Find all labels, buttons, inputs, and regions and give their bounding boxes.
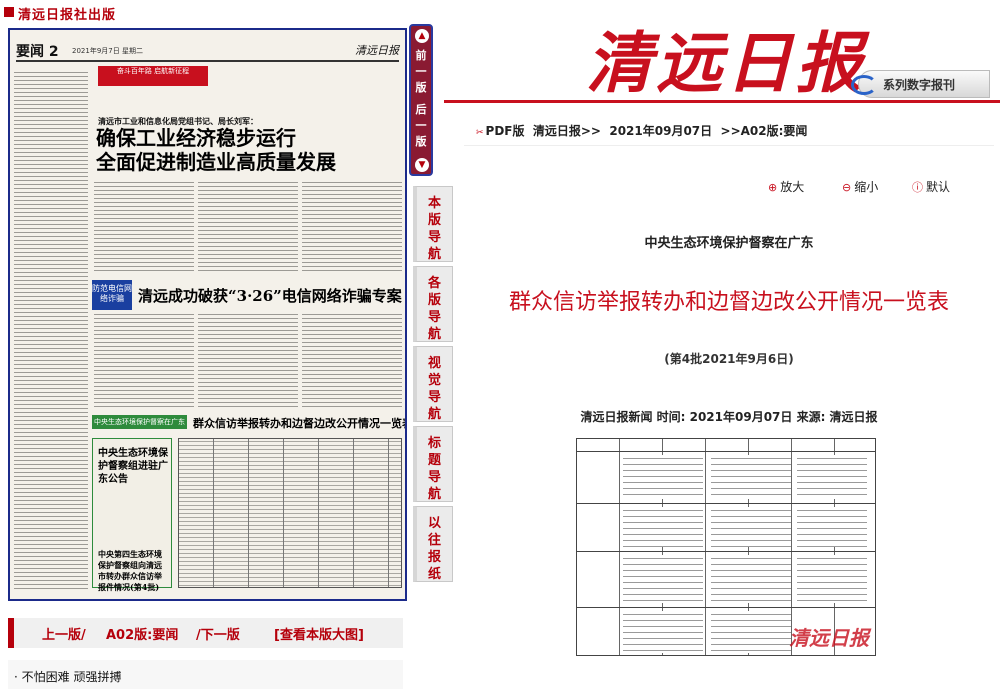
page-label: 要闻 2 xyxy=(16,44,59,60)
zoom-in-label: 放大 xyxy=(780,180,805,194)
headline-list: · 不怕困难 顽强拼搏 xyxy=(8,660,403,689)
pdf-icon: ✂ xyxy=(476,128,484,138)
breadcrumb-paper[interactable]: 清远日报>> xyxy=(533,124,601,138)
zoom-out-label: 缩小 xyxy=(854,180,879,194)
square-icon xyxy=(4,7,14,17)
table-cell xyxy=(711,555,791,603)
table-cell xyxy=(623,455,703,499)
table-cell xyxy=(623,507,703,547)
page-date: 2021年9月7日 星期二 xyxy=(72,47,143,55)
article-headline-3[interactable]: 清远成功破获“3·26”电信网络诈骗专案 xyxy=(138,285,402,306)
table-cell xyxy=(797,555,867,603)
table-cell xyxy=(623,611,703,653)
sidebox-title-2: 中央第四生态环境保护督察组向清远市转办群众信访举报件情况(第4批) xyxy=(98,549,162,592)
sidebox-title: 中央生态环境保护督察组进驻广东公告 xyxy=(98,448,168,485)
page-header: 要闻 2 2021年9月7日 星期二 清远日报 xyxy=(16,40,399,62)
next-page-link[interactable]: 后一版 xyxy=(411,102,431,150)
info-icon: ⓘ xyxy=(912,181,923,194)
prev-page-link[interactable]: 前一版 xyxy=(411,48,431,96)
text-column xyxy=(94,180,194,272)
page: 清远日报社出版 要闻 2 2021年9月7日 星期二 清远日报 奋斗百年路 启航… xyxy=(0,0,1000,689)
article-table-image[interactable]: 清远日报 xyxy=(576,438,876,656)
breadcrumb: ✂ PDF版 清远日报>> 2021年09月07日 >>A02版:要闻 xyxy=(476,122,807,139)
article-title: 群众信访举报转办和边督边改公开情况一览表 xyxy=(508,290,949,315)
table-row xyxy=(577,551,875,552)
breadcrumb-date: 2021年09月07日 xyxy=(609,124,713,138)
tab-past-issues[interactable]: 以往报纸 xyxy=(413,506,453,582)
tab-this-page-nav[interactable]: 本版导航 xyxy=(413,186,453,262)
text-column xyxy=(198,312,298,408)
divider xyxy=(444,100,1000,103)
table-cell xyxy=(711,611,791,653)
text-column xyxy=(94,312,194,408)
zoom-out-icon: ⊖ xyxy=(842,181,852,194)
text-column xyxy=(302,180,402,272)
pdf-link[interactable]: PDF版 xyxy=(486,124,525,138)
article-supertitle: 中央生态环境保护督察在广东 xyxy=(644,236,814,251)
tab-all-pages-nav[interactable]: 各版导航 xyxy=(413,266,453,342)
chevron-up-icon[interactable]: ▲ xyxy=(415,29,429,43)
prev-page-label: 前一版 xyxy=(415,49,427,94)
article-meta: 清远日报新闻 时间: 2021年09月07日 来源: 清远日报 xyxy=(580,410,878,424)
page-turn-strip: ▲ 前一版 后一版 ▼ xyxy=(409,24,433,176)
table-cell xyxy=(797,507,867,547)
zoom-default-label: 默认 xyxy=(926,180,951,194)
table-row xyxy=(577,451,875,452)
page-table[interactable] xyxy=(178,438,402,588)
green-section-bar: 中央生态环境保护督察在广东 xyxy=(92,415,187,429)
tab-label: 各版导航 xyxy=(427,276,441,342)
newspaper-page-image[interactable]: 要闻 2 2021年9月7日 星期二 清远日报 奋斗百年路 启航新征程 清远市工… xyxy=(8,28,407,601)
zoom-in-icon: ⊕ xyxy=(768,181,778,194)
article-headline-4[interactable]: 群众信访举报转办和边督边改公开情况一览表 xyxy=(193,415,405,431)
chevron-down-icon[interactable]: ▼ xyxy=(415,158,429,172)
publisher-label: 清远日报社出版 xyxy=(18,8,117,23)
headline-item[interactable]: · 不怕困难 顽强拼搏 xyxy=(14,668,121,685)
page-logo: 清远日报 xyxy=(355,44,399,57)
table-cell xyxy=(797,455,867,499)
tab-label: 以往报纸 xyxy=(427,516,441,582)
breadcrumb-page[interactable]: >>A02版:要闻 xyxy=(721,124,808,138)
table-row xyxy=(577,607,875,608)
article-subtitle: (第4批2021年9月6日) xyxy=(664,352,794,366)
tab-title-nav[interactable]: 标题导航 xyxy=(413,426,453,502)
table-row xyxy=(577,503,875,504)
prev-page-button[interactable]: 上一版/ xyxy=(42,624,86,643)
article-headline-1[interactable]: 确保工业经济稳步运行 全面促进制造业高质量发展 xyxy=(96,126,336,174)
watermark-logo: 清远日报 xyxy=(789,626,869,650)
tab-label: 标题导航 xyxy=(427,436,441,502)
side-box[interactable]: 中央生态环境保护督察组进驻广东公告 中央第四生态环境保护督察组向清远市转办群众信… xyxy=(92,438,172,592)
tab-label: 视觉导航 xyxy=(427,356,441,422)
zoom-out-button[interactable]: ⊖ 缩小 xyxy=(842,178,878,195)
page-banner: 奋斗百年路 启航新征程 xyxy=(98,66,208,86)
table-cell xyxy=(623,555,703,603)
series-label: 系列数字报刊 xyxy=(883,78,956,92)
zoom-in-button[interactable]: ⊕ 放大 xyxy=(768,178,804,195)
text-column xyxy=(198,180,298,272)
zoom-default-button[interactable]: ⓘ 默认 xyxy=(912,178,950,195)
tab-label: 本版导航 xyxy=(427,196,441,262)
publisher-bar: 清远日报社出版 xyxy=(0,0,460,26)
page-nav-bar: 上一版/ A02版:要闻 /下一版 [查看本版大图] xyxy=(8,618,403,648)
series-digital-button[interactable]: 系列数字报刊 xyxy=(851,70,990,98)
next-page-label: 后一版 xyxy=(415,103,427,148)
text-column xyxy=(14,70,88,590)
tab-visual-nav[interactable]: 视觉导航 xyxy=(413,346,453,422)
headline-line-1: 确保工业经济稳步运行 xyxy=(96,126,296,150)
view-large-link[interactable]: [查看本版大图] xyxy=(274,624,364,643)
table-cell xyxy=(711,455,791,499)
section-badge: 防范电信网络诈骗 xyxy=(92,280,132,310)
masthead-logo: 清远日报 xyxy=(586,24,866,102)
next-page-button[interactable]: /下一版 xyxy=(196,624,240,643)
table-cell xyxy=(711,507,791,547)
text-column xyxy=(302,312,402,408)
swoosh-icon xyxy=(851,75,877,95)
headline-line-2: 全面促进制造业高质量发展 xyxy=(96,150,336,174)
current-page-label: A02版:要闻 xyxy=(106,628,179,643)
